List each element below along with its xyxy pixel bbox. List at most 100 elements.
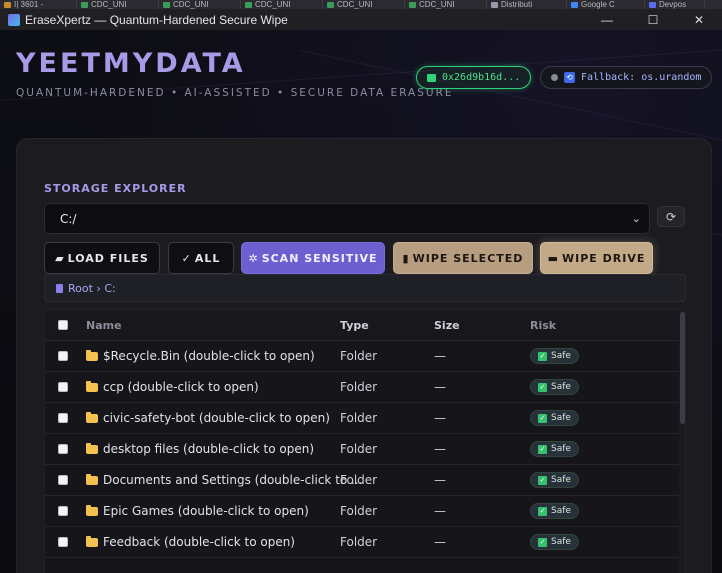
file-name-cell[interactable]: civic-safety-bot (double-click to open) bbox=[86, 411, 330, 425]
risk-cell: ✓ Safe bbox=[530, 441, 579, 457]
file-size: — bbox=[434, 535, 446, 549]
breadcrumb[interactable]: Root › C: bbox=[44, 274, 686, 302]
check-icon: ✓ bbox=[538, 413, 547, 423]
file-type: Folder bbox=[340, 411, 378, 425]
browser-tab[interactable]: CDC_UNI bbox=[323, 0, 405, 9]
check-icon: ✓ bbox=[538, 351, 547, 361]
tab-favicon-icon bbox=[81, 1, 88, 8]
tab-label: CDC_UNI bbox=[337, 0, 373, 9]
table-row[interactable]: Documents and Settings (double-click to … bbox=[45, 465, 679, 496]
tab-label: CDC_UNI bbox=[173, 0, 209, 9]
select-all-button[interactable]: ✓ ALL bbox=[168, 242, 234, 274]
chip-icon bbox=[427, 73, 436, 82]
risk-label: Safe bbox=[551, 506, 571, 516]
browser-tab[interactable]: Google C bbox=[567, 0, 645, 9]
risk-label: Safe bbox=[551, 382, 571, 392]
scrollbar-thumb[interactable] bbox=[680, 312, 685, 424]
table-row[interactable]: $Recycle.Bin (double-click to open) Folde… bbox=[45, 341, 679, 372]
risk-label: Safe bbox=[551, 475, 571, 485]
column-type[interactable]: Type bbox=[340, 319, 369, 332]
row-checkbox[interactable] bbox=[58, 506, 68, 516]
file-name-cell[interactable]: Feedback (double-click to open) bbox=[86, 535, 295, 549]
table-row[interactable]: civic-safety-bot (double-click to open) F… bbox=[45, 403, 679, 434]
file-name-cell[interactable]: Documents and Settings (double-click to … bbox=[86, 473, 363, 487]
column-risk[interactable]: Risk bbox=[530, 319, 556, 332]
file-type: Folder bbox=[340, 442, 378, 456]
file-name: $Recycle.Bin (double-click to open) bbox=[103, 349, 315, 363]
folder-icon bbox=[86, 349, 98, 361]
wipe-selected-button[interactable]: ▮ WIPE SELECTED bbox=[393, 242, 533, 274]
row-checkbox[interactable] bbox=[58, 382, 68, 392]
file-name-cell[interactable]: $Recycle.Bin (double-click to open) bbox=[86, 349, 315, 363]
browser-tab[interactable]: I| 3601 - bbox=[0, 0, 77, 9]
app-icon bbox=[8, 13, 20, 26]
folder-open-icon: ▰ bbox=[55, 251, 65, 265]
bug-icon: ✲ bbox=[248, 251, 259, 265]
brand-title: YEETMYDATA bbox=[16, 48, 246, 79]
browser-tab[interactable]: CDC_UNI bbox=[77, 0, 159, 9]
file-name-cell[interactable]: ccp (double-click to open) bbox=[86, 380, 259, 394]
folder-icon bbox=[86, 442, 98, 454]
risk-badge: ✓ Safe bbox=[530, 503, 579, 519]
file-size: — bbox=[434, 411, 446, 425]
row-checkbox[interactable] bbox=[58, 444, 68, 454]
browser-tab[interactable]: CDC_UNI bbox=[241, 0, 323, 9]
risk-cell: ✓ Safe bbox=[530, 534, 579, 550]
storage-panel: STORAGE EXPLORER C:/ ⌄ ⟳ ▰ LOAD FILES ✓ … bbox=[16, 138, 712, 573]
sync-icon: ⟲ bbox=[564, 72, 575, 83]
risk-cell: ✓ Safe bbox=[530, 379, 579, 395]
browser-tab[interactable]: Devpos bbox=[645, 0, 705, 9]
browser-tab[interactable]: CDC_UNI bbox=[159, 0, 241, 9]
scan-sensitive-button[interactable]: ✲ SCAN SENSITIVE bbox=[241, 242, 385, 274]
folder-icon bbox=[86, 504, 98, 516]
file-size: — bbox=[434, 442, 446, 456]
close-button[interactable]: ✕ bbox=[676, 9, 722, 30]
file-table: Name Type Size Risk $Recycle.Bin (double… bbox=[44, 309, 686, 573]
wipe-drive-button[interactable]: ▬ WIPE DRIVE bbox=[540, 242, 653, 274]
risk-label: Safe bbox=[551, 537, 571, 547]
key-status-pill[interactable]: 0x26d9b16d... bbox=[416, 66, 532, 89]
key-status-text: 0x26d9b16d... bbox=[442, 72, 521, 83]
browser-tab[interactable]: CDC_UNI bbox=[405, 0, 487, 9]
minimize-button[interactable]: — bbox=[584, 9, 630, 30]
row-checkbox[interactable] bbox=[58, 475, 68, 485]
check-double-icon: ✓ bbox=[181, 251, 192, 265]
select-all-checkbox[interactable] bbox=[58, 320, 68, 330]
tab-label: Google C bbox=[581, 0, 615, 9]
row-checkbox[interactable] bbox=[58, 351, 68, 361]
risk-cell: ✓ Safe bbox=[530, 410, 579, 426]
load-files-button[interactable]: ▰ LOAD FILES bbox=[44, 242, 160, 274]
row-checkbox[interactable] bbox=[58, 413, 68, 423]
app-content: YEETMYDATA QUANTUM-HARDENED • AI-ASSISTE… bbox=[0, 30, 722, 573]
drive-select[interactable]: C:/ ⌄ bbox=[44, 203, 650, 234]
wipe-drive-label: WIPE DRIVE bbox=[562, 251, 646, 265]
table-row[interactable]: Epic Games (double-click to open) Folder —… bbox=[45, 496, 679, 527]
table-row[interactable]: Feedback (double-click to open) Folder — ✓ S… bbox=[45, 527, 679, 558]
row-checkbox[interactable] bbox=[58, 537, 68, 547]
file-name-cell[interactable]: Epic Games (double-click to open) bbox=[86, 504, 309, 518]
tab-label: CDC_UNI bbox=[255, 0, 291, 9]
check-icon: ✓ bbox=[538, 382, 547, 392]
table-row[interactable]: desktop files (double-click to open) Fold… bbox=[45, 434, 679, 465]
chevron-down-icon: ⌄ bbox=[631, 212, 641, 225]
file-size: — bbox=[434, 504, 446, 518]
file-type: Folder bbox=[340, 473, 378, 487]
risk-badge: ✓ Safe bbox=[530, 534, 579, 550]
maximize-button[interactable]: ☐ bbox=[630, 9, 676, 30]
table-row[interactable]: ccp (double-click to open) Folder — ✓ Safe bbox=[45, 372, 679, 403]
file-name-cell[interactable]: desktop files (double-click to open) bbox=[86, 442, 314, 456]
column-name[interactable]: Name bbox=[86, 319, 122, 332]
load-files-label: LOAD FILES bbox=[67, 251, 149, 265]
file-type: Folder bbox=[340, 380, 378, 394]
browser-tab[interactable]: Distributi bbox=[487, 0, 567, 9]
hard-drive-icon: ▬ bbox=[547, 251, 560, 265]
tab-favicon-icon bbox=[649, 1, 656, 8]
column-size[interactable]: Size bbox=[434, 319, 460, 332]
trash-icon: ▮ bbox=[402, 251, 410, 265]
breadcrumb-path: Root › C: bbox=[68, 281, 116, 295]
browser-tab-strip: I| 3601 - CDC_UNI CDC_UNI CDC_UNI CDC_UNI CDC… bbox=[0, 0, 722, 9]
risk-label: Safe bbox=[551, 413, 571, 423]
table-scrollbar[interactable] bbox=[679, 310, 685, 573]
rng-status-pill[interactable]: ⟲ Fallback: os.urandom bbox=[540, 66, 713, 89]
refresh-button[interactable]: ⟳ bbox=[657, 206, 685, 227]
